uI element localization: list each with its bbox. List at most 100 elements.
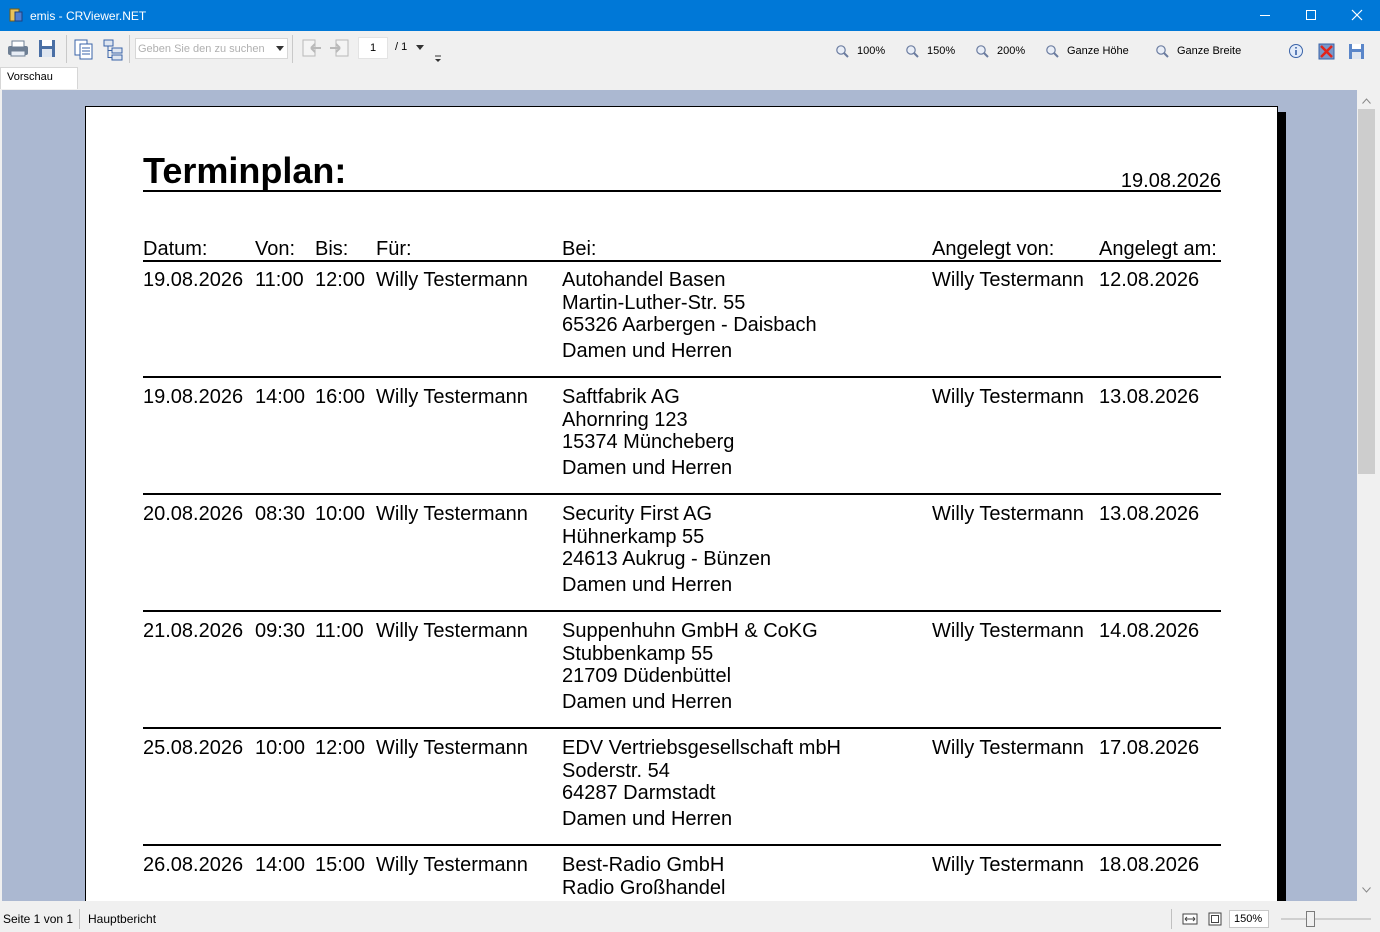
cell-angelegt-am: 13.08.2026 (1099, 386, 1200, 408)
search-field[interactable] (135, 38, 288, 59)
bei-street: Radio Großhandel (562, 876, 726, 899)
copy-button[interactable] (72, 37, 96, 61)
cell-angelegt-von: Willy Testermann (932, 620, 1084, 642)
cell-fuer: Willy Testermann (376, 386, 528, 408)
cell-bei: Best-Radio GmbH Radio Großhandel (562, 854, 725, 899)
cell-bei: EDV Vertriebsgesellschaft mbH Soderstr. … (562, 737, 841, 830)
cell-von: 11:00 (255, 269, 304, 291)
bei-street: Hühnerkamp 55 (562, 525, 705, 548)
zoom-level-display: 150% (1229, 910, 1269, 928)
save-disk-icon (39, 40, 55, 57)
fit-page-icon[interactable] (1207, 911, 1223, 927)
bei-company: Saftfabrik AG (562, 386, 680, 408)
save-button[interactable] (1348, 43, 1365, 60)
bei-salutation: Damen und Herren (562, 456, 733, 479)
bei-city: 65326 Aarbergen - Daisbach (562, 314, 817, 336)
row-divider (143, 493, 1221, 495)
close-report-icon (1318, 43, 1335, 60)
cell-bis: 12:00 (315, 269, 366, 291)
info-icon (1289, 44, 1303, 58)
table-row: 25.08.2026 10:00 12:00 Willy Testermann … (143, 730, 1221, 847)
status-report-name: Hauptbericht (88, 912, 157, 926)
cell-angelegt-von: Willy Testermann (932, 503, 1084, 525)
page-menu-chevron-icon[interactable] (416, 45, 424, 50)
chevron-down-icon[interactable] (276, 46, 284, 51)
bei-street: Soderstr. 54 (562, 759, 670, 782)
bei-city: 15374 Müncheberg (562, 431, 735, 453)
maximize-icon (1306, 10, 1316, 20)
cell-von: 10:00 (255, 737, 306, 759)
report-title: Terminplan: (143, 150, 347, 191)
cell-angelegt-am: 14.08.2026 (1099, 620, 1200, 642)
cell-fuer: Willy Testermann (376, 620, 528, 642)
row-divider (143, 727, 1221, 729)
bei-city: 24613 Aukrug - Bünzen (562, 548, 772, 570)
column-header-bei: Bei: (562, 238, 597, 260)
zoom-icon (836, 45, 849, 58)
column-header-fuer: Für: (376, 238, 412, 260)
cell-bis: 16:00 (315, 386, 366, 408)
search-input[interactable] (138, 40, 268, 57)
table-row: 20.08.2026 08:30 10:00 Willy Testermann … (143, 496, 1221, 613)
bei-salutation: Damen und Herren (562, 690, 733, 713)
bei-salutation: Damen und Herren (562, 339, 733, 362)
cell-bei: Saftfabrik AG Ahornring 123 15374 Münche… (562, 386, 734, 479)
cell-bis: 12:00 (315, 737, 366, 759)
cell-fuer: Willy Testermann (376, 737, 528, 759)
table-row: 26.08.2026 14:00 15:00 Willy Testermann … (143, 847, 1221, 901)
report-viewport: Terminplan: 19.08.2026 Datum: Von: Bis: … (2, 90, 1357, 901)
group-tree-button[interactable] (102, 37, 126, 61)
cell-angelegt-von: Willy Testermann (932, 854, 1084, 876)
zoom-icon (976, 45, 989, 58)
zoom-slider-track[interactable] (1281, 918, 1371, 920)
page-back-icon (302, 39, 321, 57)
print-button[interactable] (6, 37, 30, 61)
zoom-200-label: 200% (997, 45, 1026, 57)
zoom-slider-thumb[interactable] (1306, 911, 1315, 927)
cell-von: 14:00 (255, 854, 306, 876)
table-row: 21.08.2026 09:30 11:00 Willy Testermann … (143, 613, 1221, 730)
zoom-150-label: 150% (927, 45, 956, 57)
window-title: emis - CRViewer.NET (30, 9, 147, 23)
scroll-up-icon[interactable] (1362, 98, 1371, 104)
close-report-button[interactable] (1318, 43, 1335, 60)
title-divider (143, 190, 1221, 192)
cell-bis: 15:00 (315, 854, 366, 876)
previous-page-button[interactable] (299, 37, 323, 61)
report-page: Terminplan: 19.08.2026 Datum: Von: Bis: … (85, 106, 1278, 901)
export-button[interactable] (36, 37, 60, 61)
column-header-angelegt-am: Angelegt am: (1099, 238, 1217, 260)
cell-fuer: Willy Testermann (376, 269, 528, 291)
cell-datum: 19.08.2026 (143, 269, 244, 291)
bei-company: Autohandel Basen (562, 269, 726, 291)
column-header-von: Von: (255, 238, 296, 260)
status-bar: Seite 1 von 1 Hauptbericht 150% (0, 906, 1380, 932)
copy-icon (74, 39, 93, 60)
info-button[interactable] (1288, 43, 1304, 59)
cell-angelegt-von: Willy Testermann (932, 737, 1084, 759)
cell-von: 09:30 (255, 620, 306, 642)
toolbar: 1 / 1 100% 150% 200% Ganze Höhe Ganze Br… (0, 31, 1380, 67)
cell-datum: 21.08.2026 (143, 620, 244, 642)
tab-vorschau[interactable]: Vorschau (0, 67, 78, 89)
bei-salutation: Damen und Herren (562, 807, 733, 830)
close-button[interactable] (1334, 0, 1380, 31)
vertical-scrollbar[interactable] (1357, 90, 1376, 901)
maximize-button[interactable] (1288, 0, 1334, 31)
bei-company: Best-Radio GmbH (562, 854, 725, 876)
page-number-input[interactable]: 1 (358, 37, 388, 59)
tab-strip: Vorschau (0, 67, 1380, 90)
toolbar-overflow-icon[interactable] (434, 53, 442, 63)
cell-angelegt-von: Willy Testermann (932, 386, 1084, 408)
scroll-down-icon[interactable] (1362, 887, 1371, 893)
row-divider (143, 610, 1221, 612)
next-page-button[interactable] (328, 37, 352, 61)
zoom-full-height-label: Ganze Höhe (1067, 45, 1129, 57)
fit-width-icon[interactable] (1182, 912, 1198, 926)
cell-bei: Autohandel Basen Martin-Luther-Str. 55 6… (562, 269, 817, 362)
minimize-button[interactable] (1242, 0, 1288, 31)
tree-icon (103, 39, 123, 61)
scrollbar-thumb[interactable] (1358, 109, 1375, 474)
cell-angelegt-am: 17.08.2026 (1099, 737, 1200, 759)
column-header-angelegt-von: Angelegt von: (932, 238, 1055, 260)
